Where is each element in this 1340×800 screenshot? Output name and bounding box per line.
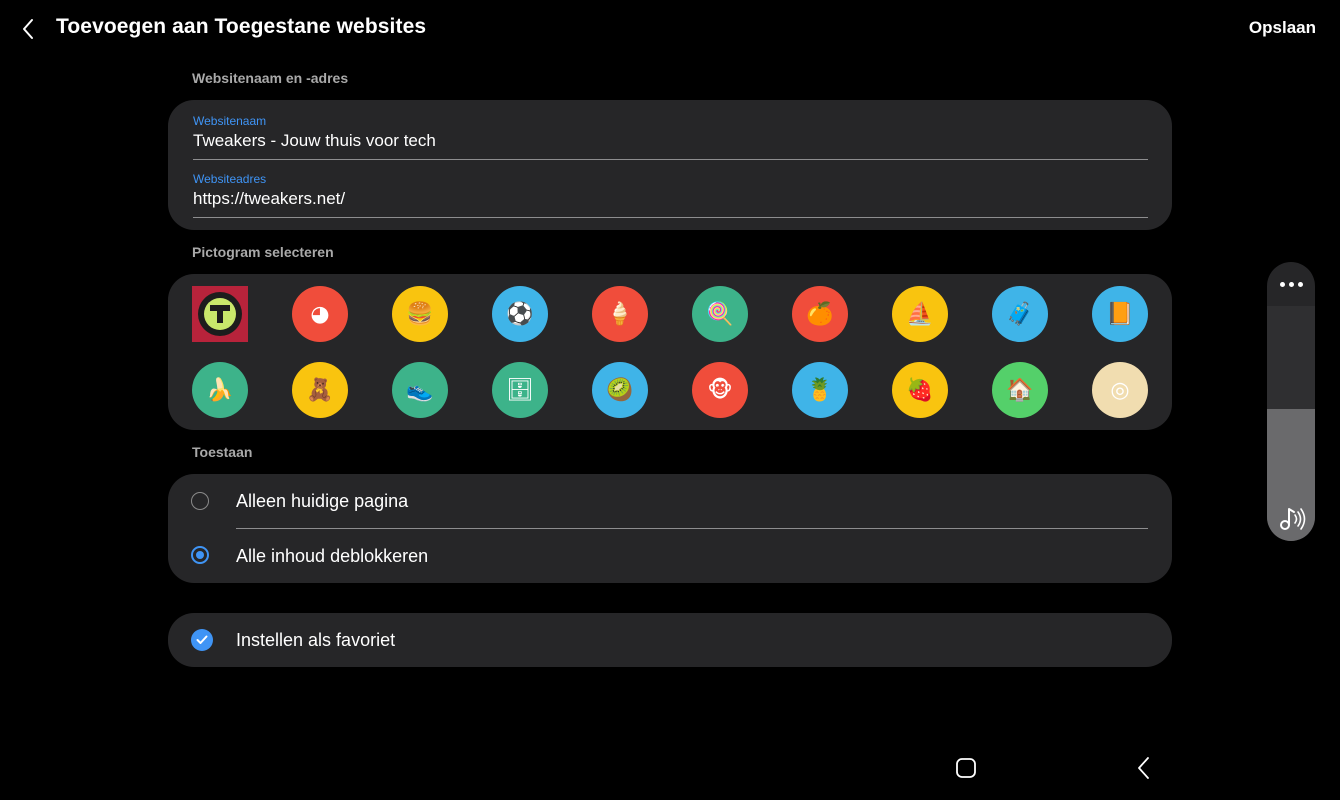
section-label-website: Websitenaam en -adres <box>192 70 349 86</box>
tweakers-logo-icon[interactable] <box>192 286 248 342</box>
soccer-ball-icon[interactable]: ⚽ <box>492 286 548 342</box>
top-app-bar: Toevoegen aan Toegestane websites Opslaa… <box>0 0 1340 56</box>
website-name-label: Websitenaam <box>193 114 267 128</box>
sneaker-icon[interactable]: 👟 <box>392 362 448 418</box>
dresser-icon[interactable]: 🗄 <box>492 362 548 418</box>
section-label-icon: Pictogram selecteren <box>192 244 334 260</box>
chevron-left-icon <box>23 19 33 39</box>
sailboat-icon[interactable]: ⛵ <box>892 286 948 342</box>
website-name-input[interactable] <box>193 131 1148 151</box>
favorite-row[interactable]: Instellen als favoriet <box>168 613 1172 667</box>
strawberry-icon[interactable]: 🍓 <box>892 362 948 418</box>
suitcase-icon[interactable]: 🧳 <box>992 286 1048 342</box>
monkey-icon[interactable]: 🐵 <box>692 362 748 418</box>
home-icon[interactable] <box>955 757 977 779</box>
lemon-slice-icon[interactable]: ◎ <box>1092 362 1148 418</box>
favorite-label: Instellen als favoriet <box>236 630 396 650</box>
music-note-volume-icon <box>1280 508 1306 530</box>
kiwi-icon[interactable]: 🥝 <box>592 362 648 418</box>
option-unblock-all-label: Alle inhoud deblokkeren <box>236 546 429 566</box>
lollipop-icon[interactable]: 🍭 <box>692 286 748 342</box>
website-name-field[interactable]: Websitenaam <box>193 114 1148 160</box>
volume-slider[interactable] <box>1267 306 1315 541</box>
back-button[interactable] <box>14 14 42 44</box>
option-current-page-label: Alleen huidige pagina <box>236 491 409 511</box>
website-address-label: Websiteadres <box>193 172 267 186</box>
save-button[interactable]: Opslaan <box>1249 18 1316 38</box>
website-address-field[interactable]: Websiteadres <box>193 172 1148 218</box>
pineapple-icon[interactable]: 🍍 <box>792 362 848 418</box>
icon-picker-card: ◕ 🍔 ⚽ 🍦 🍭 🍊 ⛵ 🧳 📙 🍌 🧸 👟 🗄 🥝 🐵 🍍 🍓 🏠 ◎ <box>168 274 1172 430</box>
website-address-input[interactable] <box>193 189 1148 209</box>
checkmark-icon <box>196 635 208 644</box>
orange-icon[interactable]: 🍊 <box>792 286 848 342</box>
option-current-page[interactable]: Alleen huidige pagina <box>168 474 1172 528</box>
back-icon[interactable] <box>1134 755 1154 781</box>
book-icon[interactable]: 📙 <box>1092 286 1148 342</box>
burger-icon[interactable]: 🍔 <box>392 286 448 342</box>
website-card: Websitenaam Websiteadres <box>168 100 1172 230</box>
beach-ball-icon[interactable]: ◕ <box>292 286 348 342</box>
option-unblock-all[interactable]: Alle inhoud deblokkeren <box>168 529 1172 583</box>
allow-options-card: Alleen huidige pagina Alle inhoud deblok… <box>168 474 1172 583</box>
ice-cream-icon[interactable]: 🍦 <box>592 286 648 342</box>
system-nav-bar <box>0 740 1340 800</box>
banana-icon[interactable]: 🍌 <box>192 362 248 418</box>
volume-panel <box>1267 262 1315 541</box>
more-options-icon[interactable] <box>1267 274 1315 294</box>
section-label-allow: Toestaan <box>192 444 253 460</box>
house-icon[interactable]: 🏠 <box>992 362 1048 418</box>
radio-current-page[interactable] <box>191 492 209 510</box>
favorite-checkbox[interactable] <box>191 629 213 651</box>
radio-unblock-all[interactable] <box>191 546 209 564</box>
page-title: Toevoegen aan Toegestane websites <box>56 15 427 38</box>
toy-box-icon[interactable]: 🧸 <box>292 362 348 418</box>
